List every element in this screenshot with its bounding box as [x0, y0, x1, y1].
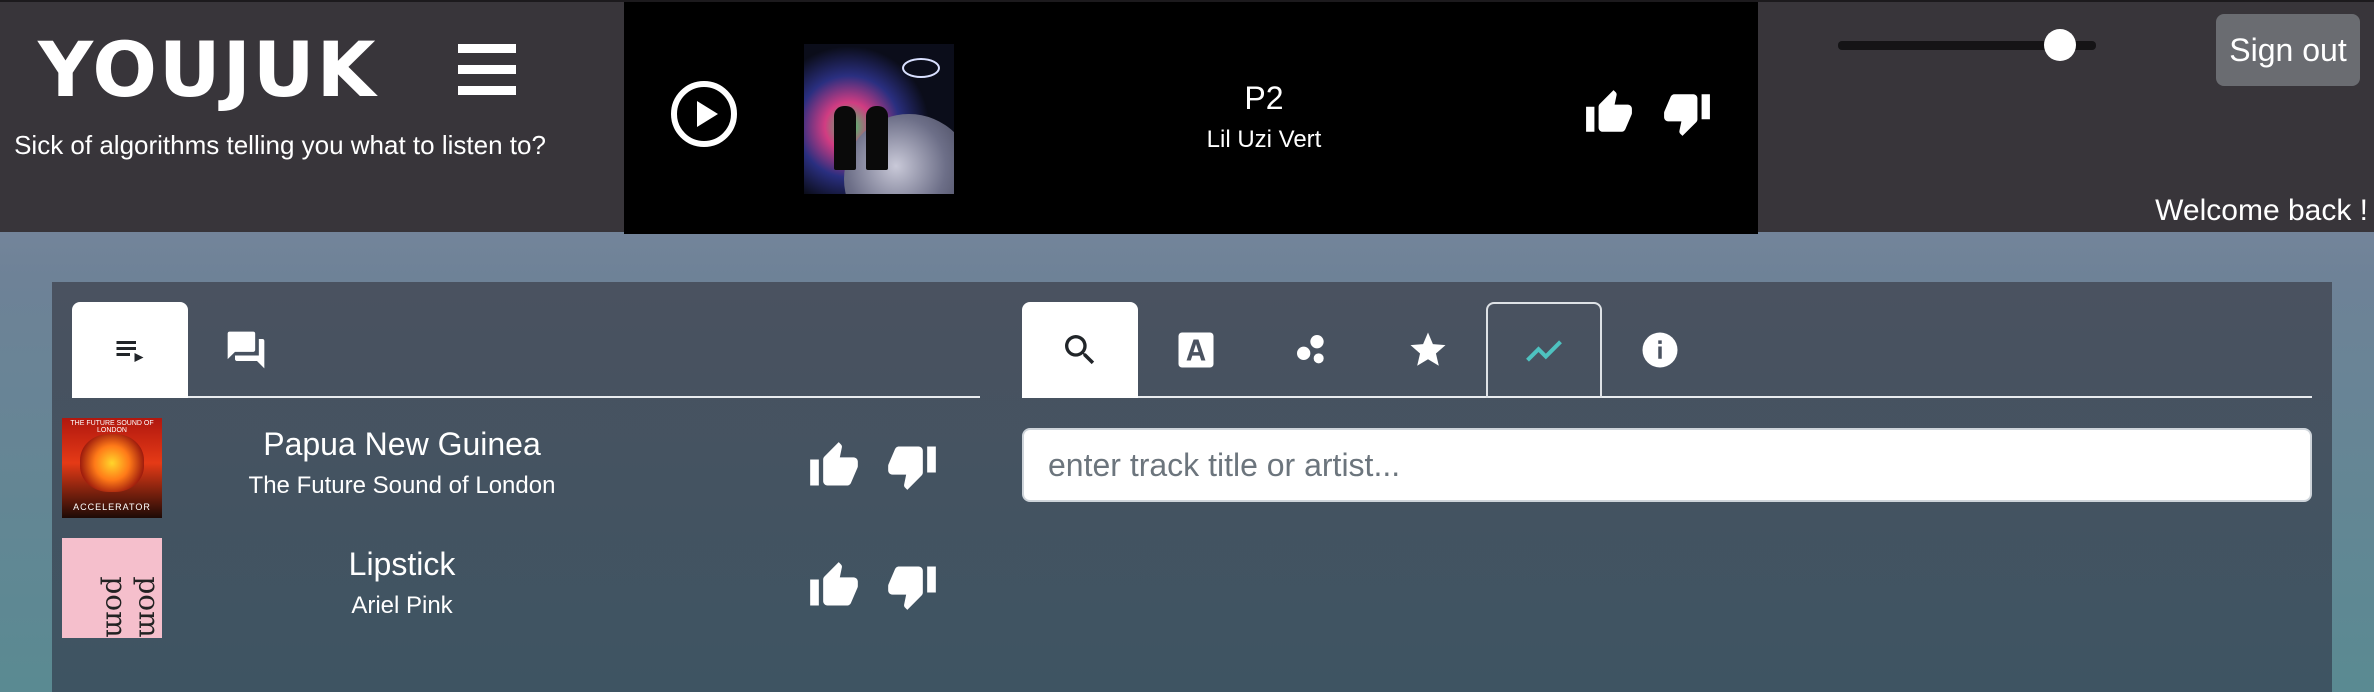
thumbs-up-icon[interactable] [808, 560, 860, 612]
tab-search[interactable] [1022, 302, 1138, 398]
tab-favorites[interactable] [1370, 302, 1486, 398]
queue-icon [116, 341, 144, 362]
artist-icon [1178, 332, 1214, 368]
queue-item[interactable]: pom pom Lipstick Ariel Pink [62, 538, 942, 638]
top-header: YOUJUK Sick of algorithms telling you wh… [0, 0, 2374, 234]
chat-icon [227, 331, 265, 369]
cover-caption: ACCELERATOR [73, 502, 151, 512]
logo-text: YOUJUK [38, 25, 378, 114]
queue-item[interactable]: THE FUTURE SOUND OF LONDON ACCELERATOR P… [62, 418, 942, 518]
star-icon [1410, 332, 1446, 366]
info-icon [1642, 332, 1678, 368]
now-playing-artist: Lil Uzi Vert [1206, 126, 1322, 153]
right-tab-bar [1022, 302, 2312, 398]
tagline: Sick of algorithms telling you what to l… [14, 130, 546, 160]
queue-track-title: Lipstick [348, 546, 456, 582]
track-cover: pom pom [62, 538, 166, 638]
volume-slider-handle[interactable] [2043, 29, 2076, 61]
left-tab-bar [72, 302, 980, 398]
tab-chat[interactable] [188, 302, 304, 398]
thumbs-down-icon[interactable] [1662, 88, 1712, 138]
cover-caption: pom pom [99, 576, 166, 638]
main-panel: THE FUTURE SOUND OF LONDON ACCELERATOR P… [52, 282, 2332, 692]
now-playing-title: P2 [1244, 80, 1284, 116]
logo-e-bars [458, 44, 516, 96]
thumbs-down-icon[interactable] [886, 440, 938, 492]
queue-track-title: Papua New Guinea [263, 426, 541, 462]
search-input[interactable] [1022, 428, 2312, 502]
tab-bubbles[interactable] [1254, 302, 1370, 398]
tab-info[interactable] [1602, 302, 1718, 398]
brand-block: YOUJUK Sick of algorithms telling you wh… [0, 2, 624, 234]
tab-queue[interactable] [72, 302, 188, 398]
sign-out-button[interactable]: Sign out [2216, 14, 2360, 86]
tab-trending[interactable] [1486, 302, 1602, 398]
bubbles-icon [1297, 335, 1324, 364]
play-circle-icon[interactable] [670, 80, 738, 148]
thumbs-down-icon[interactable] [886, 560, 938, 612]
queue-track-artist: The Future Sound of London [248, 472, 556, 499]
cover-caption: THE FUTURE SOUND OF LONDON [70, 420, 154, 434]
search-icon [1065, 335, 1095, 365]
thumbs-up-icon[interactable] [808, 440, 860, 492]
thumbs-up-icon[interactable] [1584, 88, 1634, 138]
tab-artist[interactable] [1138, 302, 1254, 398]
trending-icon [1526, 340, 1562, 362]
welcome-message: Welcome back ! [2155, 194, 2368, 227]
now-playing-cover [804, 44, 954, 194]
queue-track-artist: Ariel Pink [351, 592, 453, 619]
now-playing-bar: P2 Lil Uzi Vert [624, 2, 1758, 234]
track-cover: THE FUTURE SOUND OF LONDON ACCELERATOR [62, 418, 162, 518]
